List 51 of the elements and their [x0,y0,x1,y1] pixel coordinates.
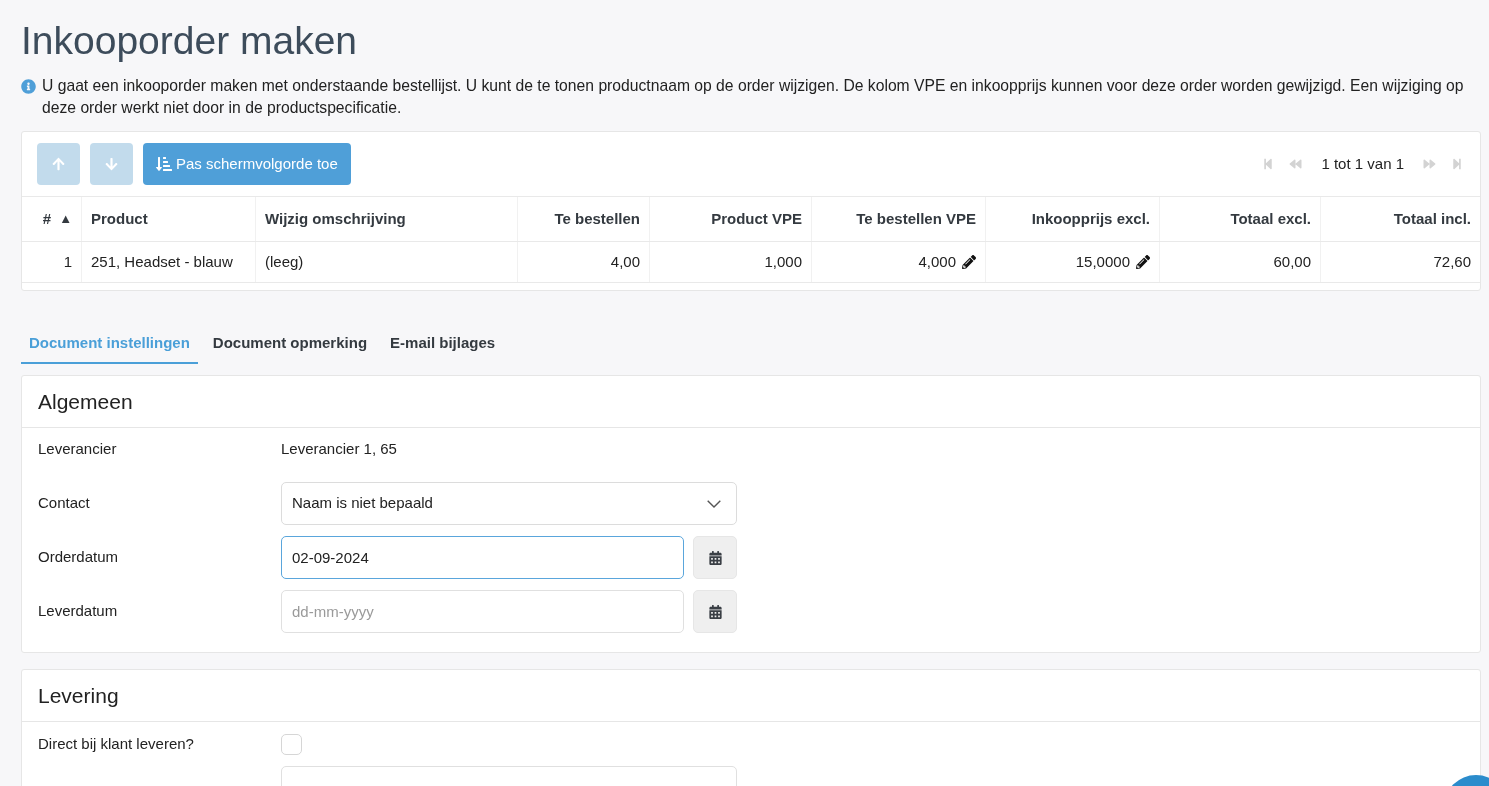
arrow-up-icon [52,157,65,171]
section-title: Algemeen [38,388,133,415]
arrow-down-icon [105,157,118,171]
section-title: Levering [38,682,119,709]
field-label: Orderdatum [38,547,119,568]
table-cell-text: 4,000 [918,251,956,272]
table-cell-text: 4,00 [610,251,640,272]
skip-back-icon [1262,158,1275,170]
field-label: Contact [38,493,90,514]
table-cell-text: 72,60 [1433,251,1471,272]
info-icon [21,79,36,94]
chevron-down-icon [707,499,721,508]
contact-select[interactable]: Naam is niet bepaald [281,482,737,525]
calendar-icon [708,550,722,565]
calendar-button[interactable] [693,590,737,633]
rewind-icon [1288,158,1304,170]
column-header[interactable]: Wijzig omschrijving [265,207,406,231]
pencil-icon[interactable] [1136,255,1150,269]
calendar-icon [708,604,722,619]
field-label: Direct bij klant leveren? [38,733,194,754]
checkbox[interactable] [281,733,302,755]
date-field[interactable]: 02-09-2024 [281,536,684,579]
field-value: Leverancier 1, 65 [281,439,397,460]
fast-forward-icon [1422,158,1437,170]
info-text: U gaat een inkooporder maken met onderstaande bestellijst. U kunt de te tonen productnaam op de order wijzigen. De kolom VPE en inkoopprijs kunnen voor deze order worden gewijzigd. Een wijziging op deze order werkt niet door in de productspecificatie. [42,76,1465,118]
table-cell-text: 251, Headset - blauw [91,251,233,272]
skip-forward-icon [1451,158,1463,170]
table-cell-text: 1 [63,251,72,272]
date-field[interactable]: dd-mm-yyyy [281,590,684,633]
page-range: 1 tot 1 van 1 [1321,153,1404,174]
column-header[interactable]: Totaal incl. [1393,207,1471,231]
column-header[interactable]: Product VPE [711,207,802,231]
column-header[interactable]: Te bestellen VPE [856,207,976,231]
sort-icon [156,156,172,172]
page-title: Inkooporder maken [21,18,358,64]
tab[interactable]: Document opmerking [204,324,376,364]
table-cell-text: 15,0000 [1075,251,1130,272]
field-label: Leverancier [38,439,117,460]
tab[interactable]: E-mail bijlages [382,324,504,364]
column-header[interactable]: Product [91,207,148,231]
column-header[interactable]: Inkoopprijs excl. [1031,207,1150,231]
column-header[interactable]: Te bestellen [554,207,640,231]
sort-indicator[interactable]: ▲ [59,209,72,229]
table-cell-text: (leeg) [265,251,304,272]
table-cell-text: 60,00 [1273,251,1311,272]
table-cell-text: 1,000 [764,251,802,272]
column-header[interactable]: Totaal excl. [1230,207,1311,231]
pencil-icon[interactable] [962,255,976,269]
column-header[interactable]: # [42,207,52,231]
calendar-button[interactable] [693,536,737,579]
field-label: Leverdatum [38,601,118,622]
